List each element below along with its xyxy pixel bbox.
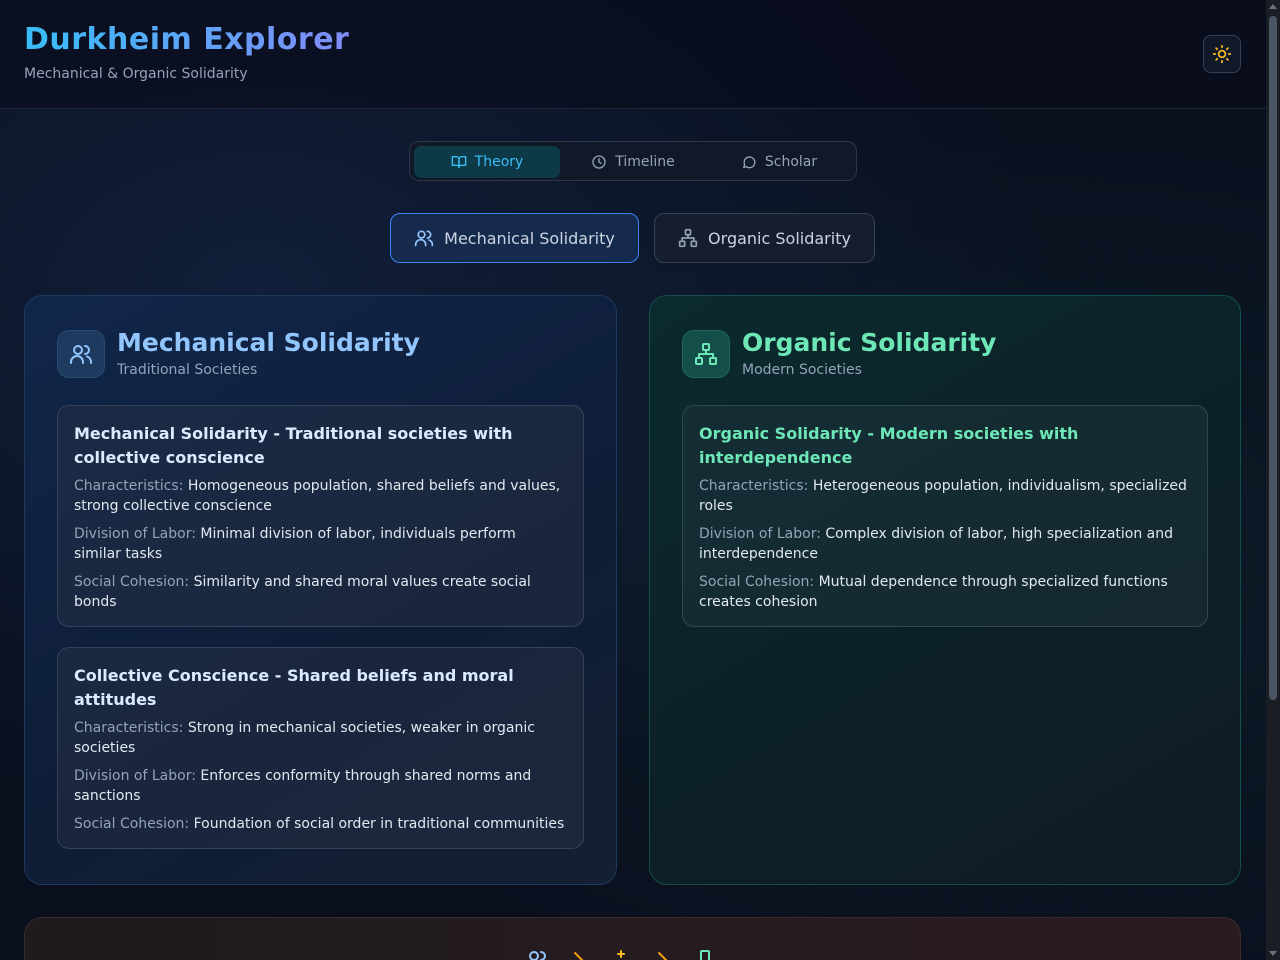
network-icon [695, 343, 717, 365]
app-title: Durkheim Explorer [24, 22, 350, 57]
concept-row-social-cohesion: Social Cohesion: Foundation of social or… [74, 814, 567, 834]
arrow-right-icon [574, 952, 584, 960]
organic-solidarity-button[interactable]: Organic Solidarity [654, 213, 875, 263]
row-label: Social Cohesion: [74, 574, 190, 590]
concept-row-social-cohesion: Social Cohesion: Similarity and shared m… [74, 572, 567, 612]
arrow-right-icon [658, 952, 668, 960]
tab-timeline[interactable]: Timeline [560, 146, 706, 178]
concept-row-division-of-labor: Division of Labor: Complex division of l… [699, 524, 1191, 564]
users-icon [70, 345, 92, 364]
row-label: Characteristics: [699, 478, 809, 494]
concept-card-title: Mechanical Solidarity - Traditional soci… [74, 424, 513, 467]
network-icon [678, 228, 698, 248]
main-tab-bar: Theory Timeline Scholar [409, 141, 857, 181]
row-label: Characteristics: [74, 478, 184, 494]
page-scrollbar[interactable] [1266, 0, 1280, 960]
row-label: Division of Labor: [74, 768, 196, 784]
mechanical-solidarity-panel: Mechanical Solidarity Traditional Societ… [24, 295, 617, 885]
building-icon [700, 950, 710, 960]
book-icon [451, 156, 467, 168]
clock-icon [592, 155, 606, 169]
theme-toggle-button[interactable] [1203, 35, 1241, 73]
concept-card: Collective Conscience - Shared beliefs a… [57, 647, 584, 849]
scrollbar-thumb[interactable] [1269, 16, 1277, 700]
app-header: Durkheim Explorer Mechanical & Organic S… [0, 0, 1266, 109]
sun-icon [1212, 44, 1232, 64]
concept-row-division-of-labor: Division of Labor: Minimal division of l… [74, 524, 567, 564]
row-label: Characteristics: [74, 720, 184, 736]
tab-theory[interactable]: Theory [414, 146, 560, 178]
tab-timeline-label: Timeline [615, 154, 675, 170]
row-label: Division of Labor: [74, 526, 196, 542]
concept-card-title: Collective Conscience - Shared beliefs a… [74, 666, 514, 709]
concept-row-characteristics: Characteristics: Strong in mechanical so… [74, 718, 567, 758]
scroll-down-arrow-icon[interactable] [1269, 951, 1277, 956]
concept-row-social-cohesion: Social Cohesion: Mutual dependence throu… [699, 572, 1191, 612]
app-subtitle: Mechanical & Organic Solidarity [24, 66, 248, 82]
mechanical-solidarity-button[interactable]: Mechanical Solidarity [390, 213, 639, 263]
mechanical-panel-icon-box [57, 330, 105, 378]
mechanical-panel-title: Mechanical Solidarity [117, 328, 420, 357]
scroll-up-arrow-icon[interactable] [1269, 4, 1277, 9]
row-label: Division of Labor: [699, 526, 821, 542]
row-label: Social Cohesion: [699, 574, 815, 590]
organic-solidarity-button-label: Organic Solidarity [708, 228, 851, 248]
users-icon [414, 230, 434, 247]
tab-scholar[interactable]: Scholar [706, 146, 852, 178]
concept-row-characteristics: Characteristics: Homogeneous population,… [74, 476, 567, 516]
mechanical-panel-subtitle: Traditional Societies [117, 362, 258, 378]
users-icon [529, 951, 546, 960]
concept-row-division-of-labor: Division of Labor: Enforces conformity t… [74, 766, 567, 806]
mechanical-solidarity-button-label: Mechanical Solidarity [444, 228, 615, 248]
transition-flow [525, 948, 717, 960]
chat-icon [742, 156, 756, 169]
organic-solidarity-panel: Organic Solidarity Modern Societies Orga… [649, 295, 1241, 885]
concept-card: Mechanical Solidarity - Traditional soci… [57, 405, 584, 627]
concept-row-characteristics: Characteristics: Heterogeneous populatio… [699, 476, 1191, 516]
organic-panel-subtitle: Modern Societies [742, 362, 862, 378]
row-value: Foundation of social order in traditiona… [193, 816, 565, 832]
tab-theory-label: Theory [474, 154, 524, 170]
organic-panel-title: Organic Solidarity [742, 328, 997, 357]
sparkle-icon [617, 950, 625, 958]
row-label: Social Cohesion: [74, 816, 190, 832]
transition-panel [24, 917, 1241, 960]
tab-scholar-label: Scholar [764, 154, 818, 170]
concept-card-title: Organic Solidarity - Modern societies wi… [699, 424, 1079, 467]
organic-panel-icon-box [682, 330, 730, 378]
concept-card: Organic Solidarity - Modern societies wi… [682, 405, 1208, 627]
